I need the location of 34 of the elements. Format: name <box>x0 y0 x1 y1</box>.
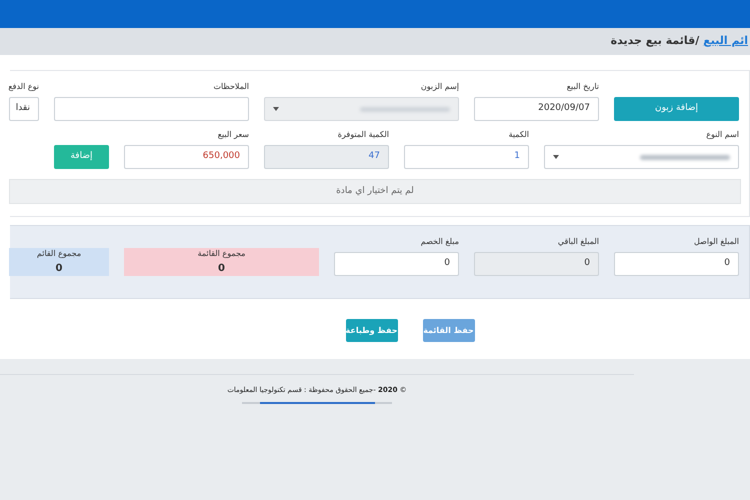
field-label: اسم النوع <box>706 129 739 141</box>
field-label: الملاحظات <box>213 81 249 93</box>
total-value: 0 <box>56 262 62 276</box>
add-button[interactable]: إضافة <box>54 145 109 169</box>
field-label: المبلغ الباقي <box>558 236 599 248</box>
field-label: الكمية المتوفرة <box>338 129 389 141</box>
input-field[interactable]: نقدا <box>9 97 39 121</box>
caret-icon <box>553 155 559 159</box>
input-field[interactable]: 650,000 <box>124 145 249 169</box>
breadcrumb-current: /قائمة بيع جديدة <box>610 33 700 50</box>
save-button[interactable]: حفظ وطباعة <box>346 319 398 342</box>
save-button[interactable]: حفظ القائمة <box>422 319 474 342</box>
input-field[interactable] <box>54 97 249 121</box>
field-label: إسم الزبون <box>420 81 459 93</box>
caret-icon <box>273 107 279 111</box>
field-label: مبلغ الخصم <box>420 236 459 248</box>
input-field: 0 <box>474 252 599 276</box>
total-value: 0 <box>218 262 225 276</box>
empty-items-notice: لم يتم اختيار اي مادة <box>9 179 741 204</box>
total-label: مجموع القائمة <box>198 248 246 260</box>
field-label: نوع الدفع <box>8 81 39 93</box>
field-label: المبلغ الواصل <box>694 236 739 248</box>
field-label: تاريخ البيع <box>566 81 599 93</box>
field-label: الكمية <box>508 129 529 141</box>
input-field: 47 <box>264 145 389 169</box>
total-label: مجموع القائم <box>36 248 82 260</box>
input-field[interactable]: 0 <box>334 252 459 276</box>
breadcrumb-link[interactable]: ائم البيع <box>703 33 748 50</box>
field-label: سعر البيع <box>218 129 249 141</box>
input-field[interactable]: 0 <box>614 252 739 276</box>
input-field[interactable]: 2020/09/07 <box>474 97 599 121</box>
select-field[interactable] <box>544 145 739 169</box>
add-button[interactable]: إضافة زبون <box>614 97 739 121</box>
input-field[interactable]: 1 <box>404 145 529 169</box>
